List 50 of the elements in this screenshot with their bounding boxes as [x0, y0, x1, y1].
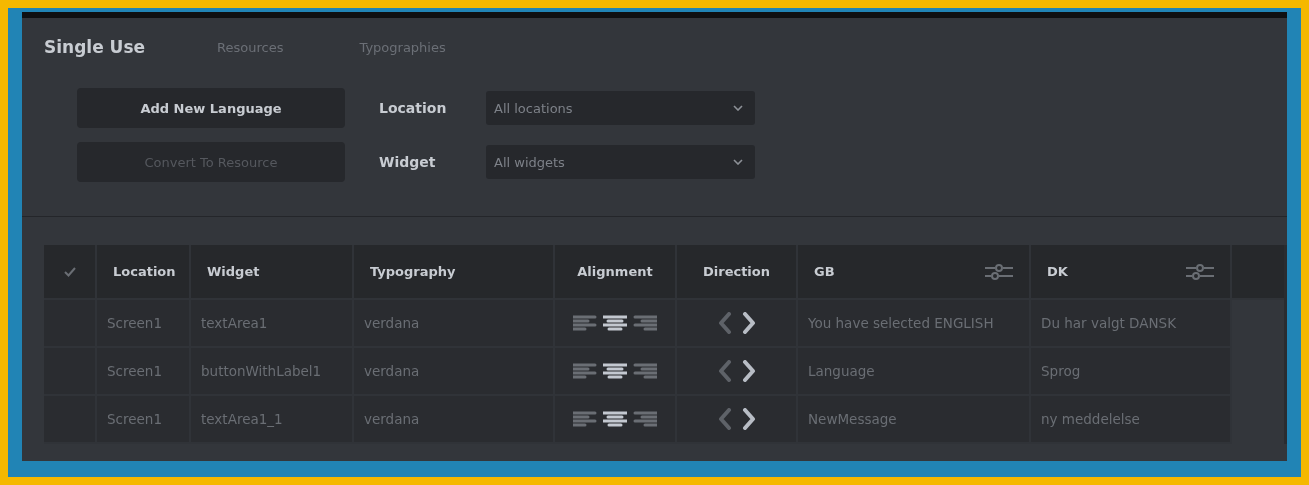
table-cell: Language	[798, 348, 1031, 396]
table-cell: buttonWithLabel1	[191, 348, 354, 396]
table-cell: Screen1	[97, 396, 191, 444]
chevron-left-icon[interactable]	[717, 408, 732, 430]
chevron-left-icon[interactable]	[717, 360, 732, 382]
chevron-right-icon[interactable]	[741, 408, 756, 430]
table-cell: Screen1	[97, 348, 191, 396]
tab[interactable]: Typographies	[359, 39, 446, 55]
table-cell: ny meddelelse	[1031, 396, 1232, 444]
column-header: Direction	[702, 264, 770, 279]
checkmark-icon[interactable]	[63, 266, 76, 277]
align-left-icon[interactable]	[573, 315, 597, 331]
table-cell: textArea1	[191, 300, 354, 348]
filter-dropdown[interactable]: All widgets	[486, 145, 755, 179]
table-cell: verdana	[354, 300, 555, 348]
chevron-right-icon[interactable]	[741, 312, 756, 334]
align-center-icon[interactable]	[603, 315, 627, 331]
column-header: Location	[113, 264, 176, 279]
sliders-icon[interactable]	[985, 262, 1013, 281]
column-header: Typography	[370, 264, 456, 279]
table-cell: textArea1_1	[191, 396, 354, 444]
align-right-icon[interactable]	[633, 315, 657, 331]
tab[interactable]: Resources	[217, 39, 284, 55]
table-cell: Sprog	[1031, 348, 1232, 396]
align-left-icon[interactable]	[573, 411, 597, 427]
column-header: GB	[814, 264, 835, 279]
add-language-button[interactable]: Add New Language	[77, 88, 345, 128]
column-header: Widget	[207, 264, 260, 279]
align-center-icon[interactable]	[603, 363, 627, 379]
table-cell: verdana	[354, 348, 555, 396]
filter-dropdown[interactable]: All locations	[486, 91, 755, 125]
tab[interactable]: Single Use	[44, 37, 146, 57]
table-cell: Du har valgt DANSK	[1031, 300, 1232, 348]
align-left-icon[interactable]	[573, 363, 597, 379]
column-header: Alignment	[577, 264, 653, 279]
align-right-icon[interactable]	[633, 363, 657, 379]
filter-label: Widget	[379, 154, 437, 170]
table-cell: verdana	[354, 396, 555, 444]
chevron-down-icon	[733, 159, 743, 165]
chevron-down-icon	[733, 105, 743, 111]
chevron-right-icon[interactable]	[741, 360, 756, 382]
sliders-icon[interactable]	[1186, 262, 1214, 281]
table-cell: Screen1	[97, 300, 191, 348]
table-cell: NewMessage	[798, 396, 1031, 444]
align-center-icon[interactable]	[603, 411, 627, 427]
table-cell: You have selected ENGLISH	[798, 300, 1031, 348]
column-header: DK	[1047, 264, 1068, 279]
filter-label: Location	[379, 100, 448, 116]
align-right-icon[interactable]	[633, 411, 657, 427]
chevron-left-icon[interactable]	[717, 312, 732, 334]
